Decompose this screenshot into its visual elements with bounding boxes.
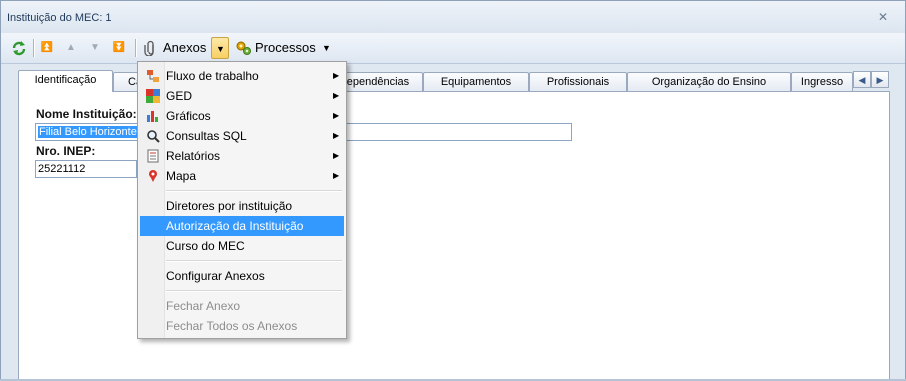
next-record-icon[interactable]: ▼ xyxy=(87,37,103,59)
paperclip-icon xyxy=(144,40,154,56)
chevron-down-icon: ▼ xyxy=(322,43,331,53)
menu-item-ged[interactable]: GED ▶ xyxy=(140,86,344,106)
menu-item-configurar-anexos[interactable]: Configurar Anexos xyxy=(140,266,344,286)
menu-separator xyxy=(166,190,342,192)
menu-item-label: Configurar Anexos xyxy=(166,269,265,283)
menu-item-diretores-por-instituicao[interactable]: Diretores por instituição xyxy=(140,196,344,216)
gears-icon xyxy=(236,41,251,55)
menu-item-mapa[interactable]: Mapa ▶ xyxy=(140,166,344,186)
nro-inep-input[interactable]: 25221112 xyxy=(35,160,137,178)
tab-organizacao-do-ensino[interactable]: Organização do Ensino xyxy=(627,72,791,91)
submenu-arrow-icon: ▶ xyxy=(333,151,340,160)
menu-item-curso-do-mec[interactable]: Curso do MEC xyxy=(140,236,344,256)
tab-label: Equipamentos xyxy=(440,76,512,88)
nome-instituicao-label: Nome Instituição: xyxy=(36,107,137,121)
anexos-dropdown-button[interactable]: ▼ xyxy=(211,37,229,59)
menu-item-label: Fechar Todos os Anexos xyxy=(166,319,298,333)
refresh-button[interactable] xyxy=(10,37,28,59)
menu-item-autorizacao-da-instituicao[interactable]: Autorização da Instituição xyxy=(140,216,344,236)
tab-label: Dependências xyxy=(338,76,410,88)
nome-instituicao-value: Filial Belo Horizonte (a xyxy=(38,126,151,138)
submenu-arrow-icon: ▶ xyxy=(333,71,340,80)
tab-scroll-left-icon[interactable]: ◀ xyxy=(853,71,871,88)
menu-item-label: Consultas SQL xyxy=(166,129,247,143)
tab-identificacao[interactable]: Identificação xyxy=(18,70,113,92)
nro-inep-value: 25221112 xyxy=(38,163,86,175)
chart-icon xyxy=(147,111,158,122)
anexos-label: Anexos xyxy=(163,40,207,55)
menu-item-label: Autorização da Instituição xyxy=(166,219,304,233)
ged-icon xyxy=(146,89,160,103)
menu-item-relatorios[interactable]: Relatórios ▶ xyxy=(140,146,344,166)
toolbar-separator xyxy=(33,39,34,57)
toolbar-separator xyxy=(135,39,136,57)
window-title: Instituição do MEC: 1 xyxy=(7,12,112,24)
processos-label: Processos xyxy=(255,40,316,55)
menu-item-label: Mapa xyxy=(166,169,197,183)
menu-item-label: Fluxo de trabalho xyxy=(166,69,259,83)
tab-scroll-right-icon[interactable]: ▶ xyxy=(871,71,889,88)
processos-button[interactable]: Processos ▼ xyxy=(233,37,333,59)
menu-item-fechar-anexo: Fechar Anexo xyxy=(140,296,344,316)
menu-item-label: Diretores por instituição xyxy=(166,199,293,213)
menu-item-consultas-sql[interactable]: Consultas SQL ▶ xyxy=(140,126,344,146)
menu-separator xyxy=(166,260,342,262)
tab-equipamentos[interactable]: Equipamentos xyxy=(423,72,529,91)
report-icon xyxy=(147,149,159,163)
submenu-arrow-icon: ▶ xyxy=(333,131,340,140)
previous-record-icon[interactable]: ▲ xyxy=(63,37,79,59)
workflow-icon xyxy=(147,70,159,82)
tab-profissionais[interactable]: Profissionais xyxy=(529,72,627,91)
title-bar: Instituição do MEC: 1 ✕ xyxy=(1,1,905,33)
menu-item-label: Relatórios xyxy=(166,149,221,163)
anexos-button[interactable]: Anexos xyxy=(141,37,211,59)
menu-item-label: Curso do MEC xyxy=(166,239,245,253)
tab-label: Profissionais xyxy=(546,76,610,88)
menu-item-label: Gráficos xyxy=(166,109,211,123)
menu-item-graficos[interactable]: Gráficos ▶ xyxy=(140,106,344,126)
submenu-arrow-icon: ▶ xyxy=(333,171,340,180)
tab-label: Organização do Ensino xyxy=(651,76,767,88)
chevron-down-icon: ▼ xyxy=(216,44,225,54)
tab-label: Ingresso xyxy=(800,76,844,88)
sql-query-icon xyxy=(147,130,160,143)
first-record-icon[interactable]: ⏫ xyxy=(39,37,55,59)
menu-item-label: Fechar Anexo xyxy=(166,299,241,313)
map-pin-icon xyxy=(149,170,157,182)
submenu-arrow-icon: ▶ xyxy=(333,91,340,100)
tab-ingresso[interactable]: Ingresso xyxy=(791,72,853,91)
menu-separator xyxy=(166,290,342,292)
submenu-arrow-icon: ▶ xyxy=(333,111,340,120)
menu-item-fechar-todos-os-anexos: Fechar Todos os Anexos xyxy=(140,316,344,336)
window: Instituição do MEC: 1 ✕ ⏫ ▲ ▼ ⏬ Anexos ▼… xyxy=(0,0,906,381)
refresh-icon xyxy=(12,41,26,56)
last-record-icon[interactable]: ⏬ xyxy=(111,37,127,59)
menu-item-fluxo-de-trabalho[interactable]: Fluxo de trabalho ▶ xyxy=(140,66,344,86)
menu-item-label: GED xyxy=(166,89,193,103)
anexos-dropdown-menu: Fluxo de trabalho ▶ GED ▶ Gráficos ▶ Con… xyxy=(137,61,347,339)
tab-label: Identificação xyxy=(34,74,97,86)
close-icon[interactable]: ✕ xyxy=(876,10,890,24)
toolbar: ⏫ ▲ ▼ ⏬ Anexos ▼ Processos ▼ xyxy=(1,33,905,64)
nro-inep-label: Nro. INEP: xyxy=(36,144,96,158)
